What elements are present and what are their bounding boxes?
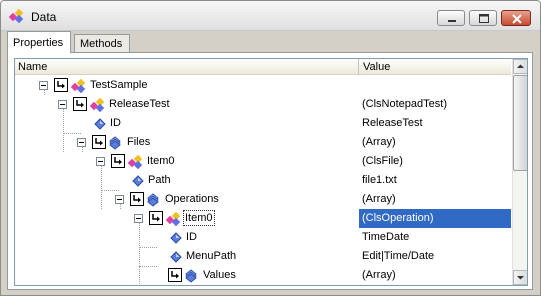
- scroll-up-button[interactable]: [513, 59, 527, 74]
- collapse-toggle[interactable]: [115, 195, 124, 204]
- property-icon: [168, 249, 184, 265]
- collapse-toggle[interactable]: [134, 214, 143, 223]
- reference-arrow-icon: [130, 192, 144, 206]
- window-title: Data: [31, 10, 57, 24]
- tree-row[interactable]: Values (Array): [15, 266, 511, 285]
- reference-arrow-icon: [92, 135, 106, 149]
- scrollbar-thumb[interactable]: [513, 75, 527, 171]
- tree-row-value: (Array): [362, 269, 396, 281]
- class-object-icon: [127, 154, 144, 170]
- collapse-toggle[interactable]: [58, 100, 67, 109]
- tree-row[interactable]: Operations (Array): [15, 190, 511, 209]
- property-tree-grid: Name Value TestSample ReleaseTest (ClsNo…: [14, 58, 528, 286]
- tree-row-value: TimeDate: [362, 231, 410, 243]
- reference-arrow-icon: [54, 78, 68, 92]
- class-object-icon: [89, 97, 106, 113]
- column-header-value[interactable]: Value: [360, 59, 511, 75]
- class-object-icon: [165, 211, 182, 227]
- tree-row-value: (Array): [362, 136, 396, 148]
- grid-header: Name Value: [15, 59, 511, 75]
- tree-row-name: Item0: [147, 155, 175, 167]
- tree-row-name: TestSample: [90, 79, 148, 91]
- scroll-down-button[interactable]: [513, 270, 527, 285]
- tree-row-value: (Array): [362, 193, 396, 205]
- tree-row-name: MenuPath: [186, 250, 237, 262]
- properties-panel: Name Value TestSample ReleaseTest (ClsNo…: [7, 52, 533, 290]
- tree-row[interactable]: ID TimeDate: [15, 228, 511, 247]
- tree-row[interactable]: ID ReleaseTest: [15, 114, 511, 133]
- tab-methods[interactable]: Methods: [74, 34, 130, 53]
- tree-row-name: Item0: [183, 210, 215, 226]
- tree-row-name: ID: [186, 231, 197, 243]
- tree-row[interactable]: ReleaseTest (ClsNotepadTest): [15, 95, 511, 114]
- property-icon: [130, 173, 146, 189]
- tree-row-value: ReleaseTest: [362, 117, 423, 129]
- tree-row-name: Files: [127, 136, 151, 148]
- tree-row-value: Edit|Time/Date: [362, 250, 435, 262]
- reference-arrow-icon: [73, 97, 87, 111]
- class-object-icon: [8, 8, 25, 24]
- tree-row-selected[interactable]: Item0 (ClsOperation): [15, 209, 511, 228]
- vertical-scrollbar[interactable]: [512, 59, 527, 285]
- tree-row-name: Values: [203, 269, 236, 281]
- array-icon: [147, 192, 163, 208]
- tree-row[interactable]: Files (Array): [15, 133, 511, 152]
- property-icon: [168, 230, 184, 246]
- tree-row[interactable]: Item0 (ClsFile): [15, 152, 511, 171]
- reference-arrow-icon: [111, 154, 125, 168]
- tree-row-name: ID: [110, 117, 121, 129]
- collapse-toggle[interactable]: [96, 157, 105, 166]
- array-icon: [109, 135, 125, 151]
- tree-row-value: (ClsNotepadTest): [362, 98, 447, 110]
- class-object-icon: [70, 78, 87, 94]
- reference-arrow-icon: [168, 268, 182, 282]
- minimize-button[interactable]: [437, 10, 465, 26]
- tree-row-name: Operations: [165, 193, 219, 205]
- data-window: Data Properties Methods Name Value TestS…: [0, 0, 541, 296]
- close-button[interactable]: [501, 10, 531, 26]
- tree-row-value: (ClsOperation): [362, 212, 434, 224]
- collapse-toggle[interactable]: [39, 81, 48, 90]
- reference-arrow-icon: [149, 211, 163, 225]
- title-bar[interactable]: Data: [1, 1, 540, 31]
- property-icon: [92, 116, 108, 132]
- collapse-toggle[interactable]: [77, 138, 86, 147]
- column-header-name[interactable]: Name: [15, 59, 359, 75]
- tree-row-value: (ClsFile): [362, 155, 403, 167]
- tree-row-name: Path: [148, 174, 171, 186]
- maximize-button[interactable]: [469, 10, 497, 26]
- tree-row[interactable]: MenuPath Edit|Time/Date: [15, 247, 511, 266]
- array-icon: [185, 268, 201, 284]
- tree-row[interactable]: Path file1.txt: [15, 171, 511, 190]
- tree-row[interactable]: TestSample: [15, 76, 511, 95]
- tree-rows: TestSample ReleaseTest (ClsNotepadTest): [15, 76, 511, 285]
- tab-properties[interactable]: Properties: [7, 31, 71, 53]
- tree-row-value: file1.txt: [362, 174, 397, 186]
- tree-row-name: ReleaseTest: [109, 98, 170, 110]
